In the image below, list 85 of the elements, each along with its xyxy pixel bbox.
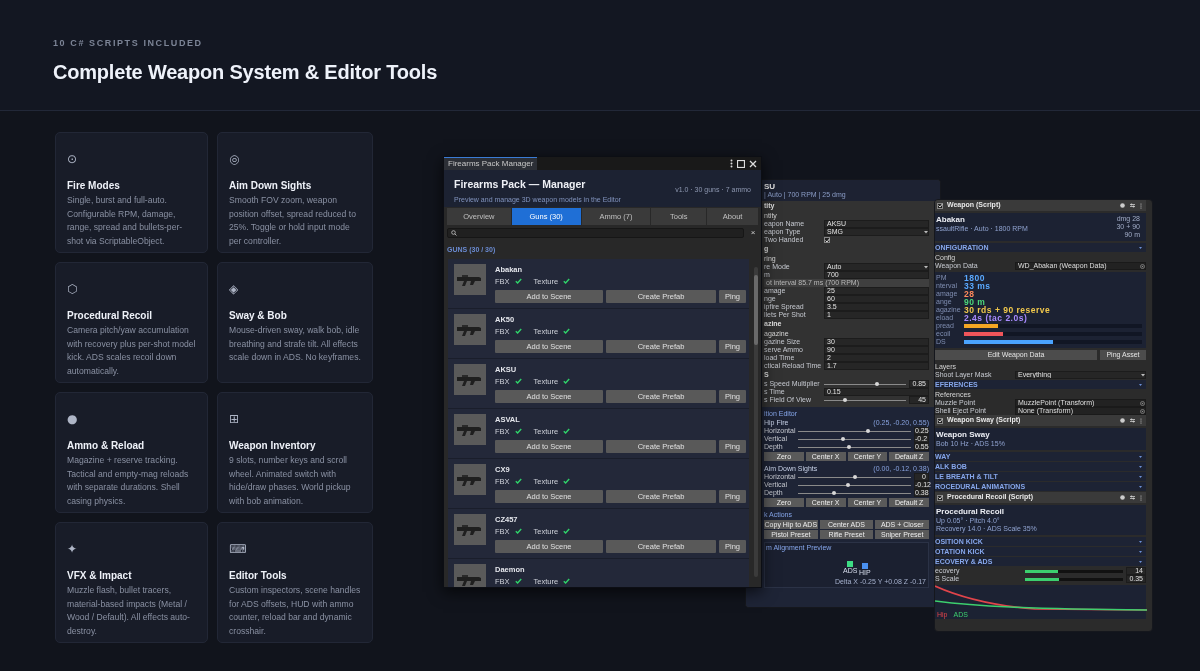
maximize-icon[interactable] xyxy=(737,159,745,168)
slider-handle[interactable] xyxy=(845,483,850,487)
checkbox[interactable] xyxy=(937,202,943,209)
page-title: Complete Weapon System & Editor Tools xyxy=(53,59,439,84)
stat-value: 1800 xyxy=(964,274,985,282)
slider[interactable] xyxy=(798,436,911,442)
inspector-title: SU xyxy=(764,182,777,191)
feature-title: Sway & Bob xyxy=(229,309,288,323)
caret-icon xyxy=(1139,383,1142,386)
search-icon xyxy=(451,230,457,236)
feature-title: Procedural Recoil xyxy=(67,309,154,323)
feature-icon: ✦ xyxy=(67,542,78,556)
caret-icon xyxy=(1139,560,1142,563)
more-icon[interactable] xyxy=(730,159,733,168)
stat-value: 33 ms xyxy=(964,282,991,290)
stat-value: 2.4s (tac 2.0s) xyxy=(964,314,1028,322)
summary-title: Abakan xyxy=(936,215,966,225)
slider[interactable] xyxy=(798,474,911,480)
settings-icon[interactable] xyxy=(1130,494,1135,500)
caret-icon xyxy=(1141,373,1145,377)
feature-description: Smooth FOV zoom, weapon position offset, spread reduced to 25%. Toggle or hold input mode per controller. xyxy=(229,194,357,248)
stat-value: 90 m xyxy=(964,298,986,306)
feature-icon: ⊞ xyxy=(229,412,240,426)
feature-title: Fire Modes xyxy=(67,179,121,193)
slider-handle[interactable] xyxy=(852,475,857,479)
slider-handle[interactable] xyxy=(841,437,846,441)
summary-title: Procedural Recoil xyxy=(936,507,1006,517)
slider-handle[interactable] xyxy=(866,429,871,433)
caret-icon xyxy=(1139,475,1142,478)
feature-title: Weapon Inventory xyxy=(229,439,317,453)
eyebrow-label: 10 C# SCRIPTS INCLUDED xyxy=(53,37,204,50)
feature-icon: ⌨ xyxy=(229,542,247,556)
summary-title: Weapon Sway xyxy=(936,430,991,440)
feature-description: Single, burst and full-auto. Configurable RPM, damage, range, spread and bullets-per-shot via ScriptableObject. xyxy=(67,194,184,248)
search-field[interactable] xyxy=(447,228,744,238)
feature-icon: ⬡ xyxy=(67,282,78,296)
feature-title: VFX & Impact xyxy=(67,569,133,583)
feature-description: Mouse-driven sway, walk bob, idle breathing and strafe tilt. All effects scale down in ADS. No keyframes. xyxy=(229,324,361,365)
caret-icon xyxy=(924,265,928,269)
clear-button[interactable]: × xyxy=(748,227,758,239)
feature-description: Custom inspectors, scene handles for ADS offsets, HUD with ammo counter, reload bar and dynamic crosshair. xyxy=(229,584,361,638)
feature-description: 9 slots, number keys and scroll wheel. Animated switch with hide/draw phases. World pickup with bob animation. xyxy=(229,454,352,508)
slider-handle[interactable] xyxy=(832,491,837,495)
feature-icon: ◎ xyxy=(229,152,240,166)
slider[interactable] xyxy=(798,490,911,496)
slider[interactable] xyxy=(1025,569,1123,573)
feature-title: Editor Tools xyxy=(229,569,288,583)
caret-icon xyxy=(1139,246,1142,249)
feature-description: Muzzle flash, bullet tracers, material-based impacts (Metal / Wood / Default). All effects auto-destroy. xyxy=(67,584,191,638)
caret-icon xyxy=(1139,455,1142,458)
slider-handle[interactable] xyxy=(846,445,851,449)
settings-icon[interactable] xyxy=(1130,417,1135,423)
checkbox[interactable] xyxy=(824,237,830,243)
caret-icon xyxy=(1139,465,1142,468)
stat-value: 28 xyxy=(964,290,975,298)
help-icon[interactable] xyxy=(1120,494,1125,500)
slider[interactable] xyxy=(798,428,911,434)
checkbox[interactable] xyxy=(937,417,943,424)
help-icon[interactable] xyxy=(1120,417,1125,423)
window-tab[interactable]: Firearms Pack Manager xyxy=(444,157,538,170)
close-icon[interactable] xyxy=(749,159,757,168)
stat-value: 30 rds + 90 reserve xyxy=(964,306,1051,314)
caret-icon xyxy=(1139,485,1142,488)
feature-icon: ⊙ xyxy=(67,152,78,166)
slider[interactable] xyxy=(824,397,906,403)
slider[interactable] xyxy=(1025,577,1123,581)
caret-icon xyxy=(1139,540,1142,543)
feature-description: Camera pitch/yaw accumulation with recovery plus per-shot model kick. ADS scales recoil down automatically. xyxy=(67,324,196,378)
feature-icon: ◈ xyxy=(229,282,239,296)
checkbox[interactable] xyxy=(937,494,943,501)
feature-description: Magazine + reserve tracking. Tactical and empty-mag reloads with separate durations. Shell casing physics. xyxy=(67,454,190,508)
settings-icon[interactable] xyxy=(1130,202,1135,208)
slider-handle[interactable] xyxy=(842,398,847,402)
slider[interactable] xyxy=(798,444,911,450)
feature-icon: ● xyxy=(67,412,78,426)
target-icon[interactable] xyxy=(1140,263,1145,269)
caret-icon xyxy=(1139,550,1142,553)
slider-handle[interactable] xyxy=(875,382,880,386)
help-icon[interactable] xyxy=(1120,202,1125,208)
manager-title: Firearms Pack — Manager xyxy=(454,177,587,192)
slider[interactable] xyxy=(798,482,911,488)
feature-title: Aim Down Sights xyxy=(229,179,313,193)
slider[interactable] xyxy=(824,381,906,387)
caret-icon xyxy=(924,230,928,234)
feature-title: Ammo & Reload xyxy=(67,439,146,453)
